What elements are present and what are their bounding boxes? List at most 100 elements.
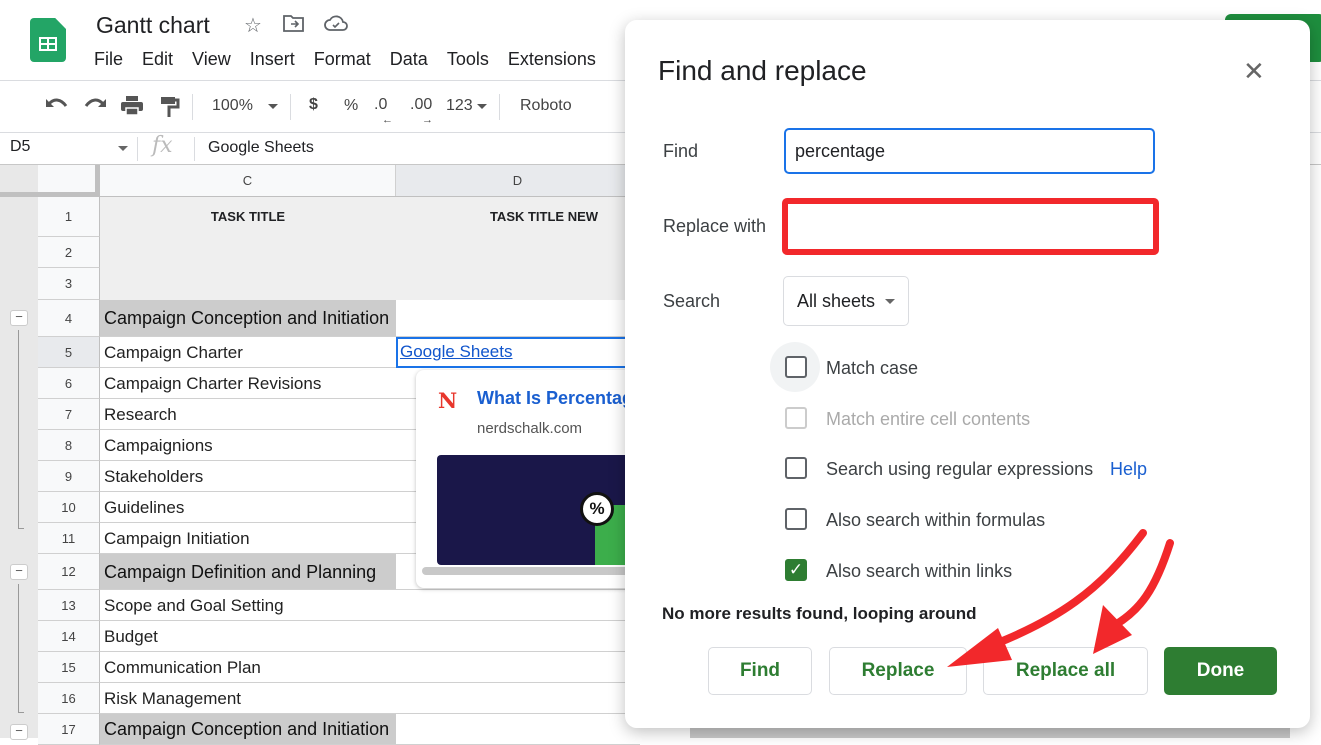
find-input[interactable] [784,128,1155,174]
done-button[interactable]: Done [1164,647,1277,695]
row-header[interactable]: 1 [38,197,100,237]
search-label: Search [663,291,721,311]
currency-format-button[interactable]: $ [309,96,318,114]
replace-button[interactable]: Replace [829,647,967,695]
status-message: No more results found, looping around [662,604,977,623]
row-header[interactable]: 13 [38,590,100,621]
chevron-down-icon [885,299,895,304]
row-header[interactable]: 12 [38,554,100,590]
undo-icon[interactable] [46,96,68,115]
paint-format-icon[interactable] [160,96,180,123]
toolbar-divider [499,94,500,120]
cell-c1[interactable]: TASK TITLE [100,209,396,224]
link-preview-title[interactable]: What Is Percentage [477,388,640,409]
menu-insert[interactable]: Insert [250,49,295,70]
row-header[interactable]: 15 [38,652,100,683]
formula-divider [194,137,195,161]
row-header[interactable]: 17 [38,714,100,745]
nerdschalk-logo-icon: N [438,388,458,413]
regex-checkbox[interactable] [785,457,807,479]
row-group-gutter [0,165,38,738]
close-icon[interactable]: ✕ [1243,56,1265,86]
group-bracket-line [18,330,19,528]
menu-bar: File Edit View Insert Format Data Tools … [94,49,615,70]
cell-c14[interactable]: Budget [100,621,640,652]
name-box-caret-icon[interactable] [118,146,128,151]
font-select[interactable]: Roboto [520,97,572,115]
collapse-group-icon[interactable]: − [10,310,28,326]
group-bracket-end [18,528,24,529]
match-case-label[interactable]: Match case [826,358,918,379]
print-icon[interactable] [120,96,144,121]
increase-decimal-button[interactable]: .00 → [410,96,433,126]
menu-extensions[interactable]: Extensions [508,49,596,70]
collapse-group-icon[interactable]: − [10,564,28,580]
search-links-label[interactable]: Also search within links [826,561,1012,582]
cloud-saved-icon[interactable] [324,14,348,38]
replace-all-button[interactable]: Replace all [983,647,1148,695]
row-header[interactable]: 3 [38,268,100,300]
arrow-left-icon: ← [382,114,393,126]
row-header[interactable]: 16 [38,683,100,714]
row-header[interactable]: 14 [38,621,100,652]
search-scope-select[interactable]: All sheets [783,276,909,326]
find-button[interactable]: Find [708,647,812,695]
increase-decimal-label: .00 [410,96,433,113]
link-preview-card[interactable]: N What Is Percentage nerdschalk.com % [416,370,640,588]
menu-file[interactable]: File [94,49,123,70]
zoom-caret-icon[interactable] [268,104,278,109]
search-links-checkbox[interactable]: ✓ [785,559,807,581]
move-to-folder-icon[interactable] [283,14,305,38]
more-formats-caret-icon[interactable] [477,104,487,109]
cell-c4[interactable]: Campaign Conception and Initiation [100,300,640,337]
toolbar-divider [290,94,291,120]
sheets-logo-icon[interactable] [30,18,66,62]
cell-c17[interactable]: Campaign Conception and Initiation [100,714,640,745]
percent-format-button[interactable]: % [344,97,358,115]
row-header[interactable]: 8 [38,430,100,461]
link-preview-image[interactable]: % [437,455,640,565]
row-header[interactable]: 6 [38,368,100,399]
column-header-c[interactable]: C [100,165,396,196]
name-box[interactable]: D5 [10,138,30,156]
replace-input[interactable] [782,198,1159,255]
menu-data[interactable]: Data [390,49,428,70]
row-header[interactable]: 9 [38,461,100,492]
match-entire-cell-checkbox[interactable] [785,407,807,429]
column-header-d[interactable]: D [396,165,640,196]
row-header[interactable]: 5 [38,337,100,368]
row-header[interactable]: 7 [38,399,100,430]
document-title[interactable]: Gantt chart [96,12,210,39]
search-scope-value: All sheets [797,291,876,311]
help-link[interactable]: Help [1110,459,1147,480]
row-header[interactable]: 4 [38,300,100,337]
arrow-right-icon: → [422,114,433,126]
fx-icon: fx [152,133,173,158]
more-formats-button[interactable]: 123 [446,97,473,115]
decrease-decimal-button[interactable]: .0 ← [374,96,393,126]
cell-c13[interactable]: Scope and Goal Setting [100,590,640,621]
match-case-checkbox[interactable] [785,356,807,378]
menu-format[interactable]: Format [314,49,371,70]
search-formulas-label[interactable]: Also search within formulas [826,510,1045,531]
zoom-select[interactable]: 100% [212,97,253,115]
find-label: Find [663,141,699,161]
menu-tools[interactable]: Tools [447,49,489,70]
cell-d5-link[interactable]: Google Sheets [400,342,512,362]
row-header[interactable]: 10 [38,492,100,523]
cell-c16[interactable]: Risk Management [100,683,640,714]
replace-label: Replace with [663,216,767,236]
link-preview-scrollbar[interactable] [422,567,640,575]
menu-edit[interactable]: Edit [142,49,173,70]
formula-divider [137,137,138,161]
row-header[interactable]: 2 [38,237,100,268]
row-header[interactable]: 11 [38,523,100,554]
regex-label[interactable]: Search using regular expressions [826,459,1093,480]
search-formulas-checkbox[interactable] [785,508,807,530]
cell-c15[interactable]: Communication Plan [100,652,640,683]
formula-input[interactable]: Google Sheets [208,139,314,157]
redo-icon[interactable] [84,96,106,115]
group-bracket-line [18,584,19,712]
menu-view[interactable]: View [192,49,231,70]
star-icon[interactable]: ☆ [244,13,262,38]
